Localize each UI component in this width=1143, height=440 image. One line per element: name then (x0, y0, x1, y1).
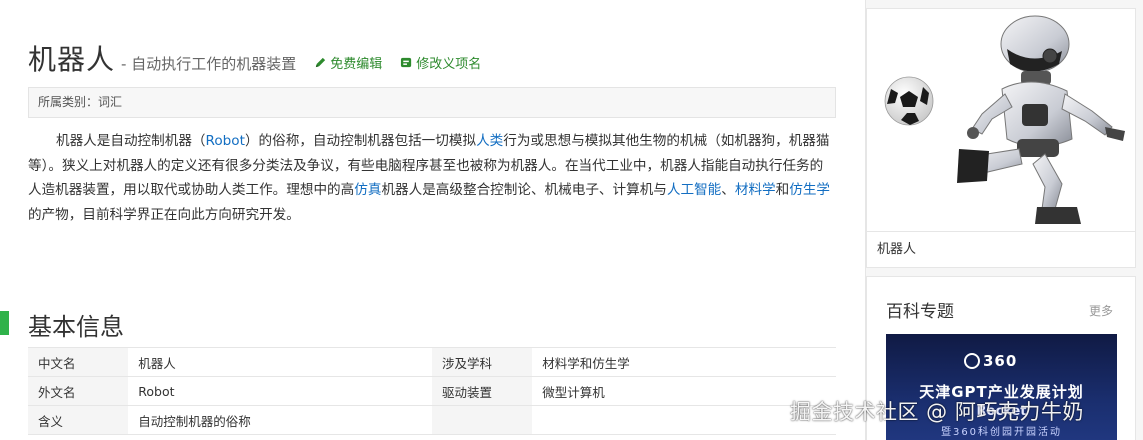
banner-logo-text: 360 (983, 352, 1018, 370)
summary-text: ）的俗称，自动控制机器包括一切模拟 (244, 133, 477, 149)
summary-link[interactable]: 材料学 (735, 182, 776, 198)
section-title-basic-info: 基本信息 (28, 313, 124, 341)
info-key: 驱动装置 (431, 376, 533, 406)
info-row: 外文名 Robot 驱动装置 微型计算机 (28, 376, 836, 406)
info-value: Robot (128, 376, 432, 406)
robot-illustration (884, 15, 1125, 224)
info-value: 自动控制机器的俗称 (128, 405, 432, 435)
banner-logo: 360 (964, 352, 1017, 370)
info-value: 材料学和仿生学 (532, 347, 836, 377)
info-key: 含义 (28, 405, 129, 435)
summary-text: 和 (775, 182, 790, 198)
pencil-icon (316, 57, 326, 68)
summary-link[interactable]: 仿真 (354, 182, 381, 198)
robot-image[interactable] (867, 9, 1135, 231)
rename-icon (401, 57, 412, 68)
summary-link[interactable]: Robot (206, 133, 245, 149)
summary-text: 的产物，目前科学界正在向此方向研究开发。 (28, 206, 300, 223)
title-row: 机器人 - 自动执行工作的机器装置 免费编辑 修改义项名 (28, 38, 481, 78)
summary-text: 机器人是自动控制机器（ (56, 133, 206, 149)
topic-card-title: 百科专题 (886, 302, 954, 322)
image-caption: 机器人 (867, 231, 1135, 269)
category-bar: 所属类别：词汇 (28, 87, 836, 118)
info-row: 中文名 机器人 涉及学科 材料学和仿生学 (28, 347, 836, 377)
topic-more-link[interactable]: 更多 (1089, 302, 1113, 319)
article-main: 机器人 - 自动执行工作的机器装置 免费编辑 修改义项名 所属类别：词汇 机器人… (0, 0, 866, 440)
summary-paragraph: 机器人是自动控制机器（Robot）的俗称，自动控制机器包括一切模拟人类行为或思想… (28, 129, 836, 227)
summary-link[interactable]: 人工智能 (667, 182, 721, 198)
info-key: 涉及学科 (431, 347, 533, 377)
info-key (431, 405, 533, 435)
basic-info-table: 中文名 机器人 涉及学科 材料学和仿生学 外文名 Robot 驱动装置 微型计算机 含义 自动控制… (28, 347, 836, 435)
edit-button[interactable]: 免费编辑 (314, 53, 382, 72)
watermark: 掘金技术社区 @ 阿巧克力牛奶 (790, 400, 1084, 424)
page-title: 机器人 (28, 43, 116, 76)
summary-text: 、 (721, 182, 735, 198)
info-key: 中文名 (28, 347, 129, 377)
rename-button-label: 修改义项名 (416, 57, 482, 72)
edit-button-label: 免费编辑 (330, 57, 383, 72)
section-accent-bar (0, 311, 9, 335)
info-value: 机器人 (128, 347, 432, 377)
rename-button[interactable]: 修改义项名 (400, 53, 481, 72)
info-row: 含义 自动控制机器的俗称 (28, 405, 836, 435)
summary-link[interactable]: 仿生学 (789, 182, 830, 198)
summary-link[interactable]: 人类 (476, 133, 503, 149)
banner-logo-icon (964, 353, 980, 369)
summary-text: 机器人是高级整合控制论、机械电子、计算机与 (381, 182, 667, 198)
info-key: 外文名 (28, 376, 129, 406)
page-subtitle: - 自动执行工作的机器装置 (121, 55, 297, 73)
image-card: 机器人 (866, 8, 1136, 268)
